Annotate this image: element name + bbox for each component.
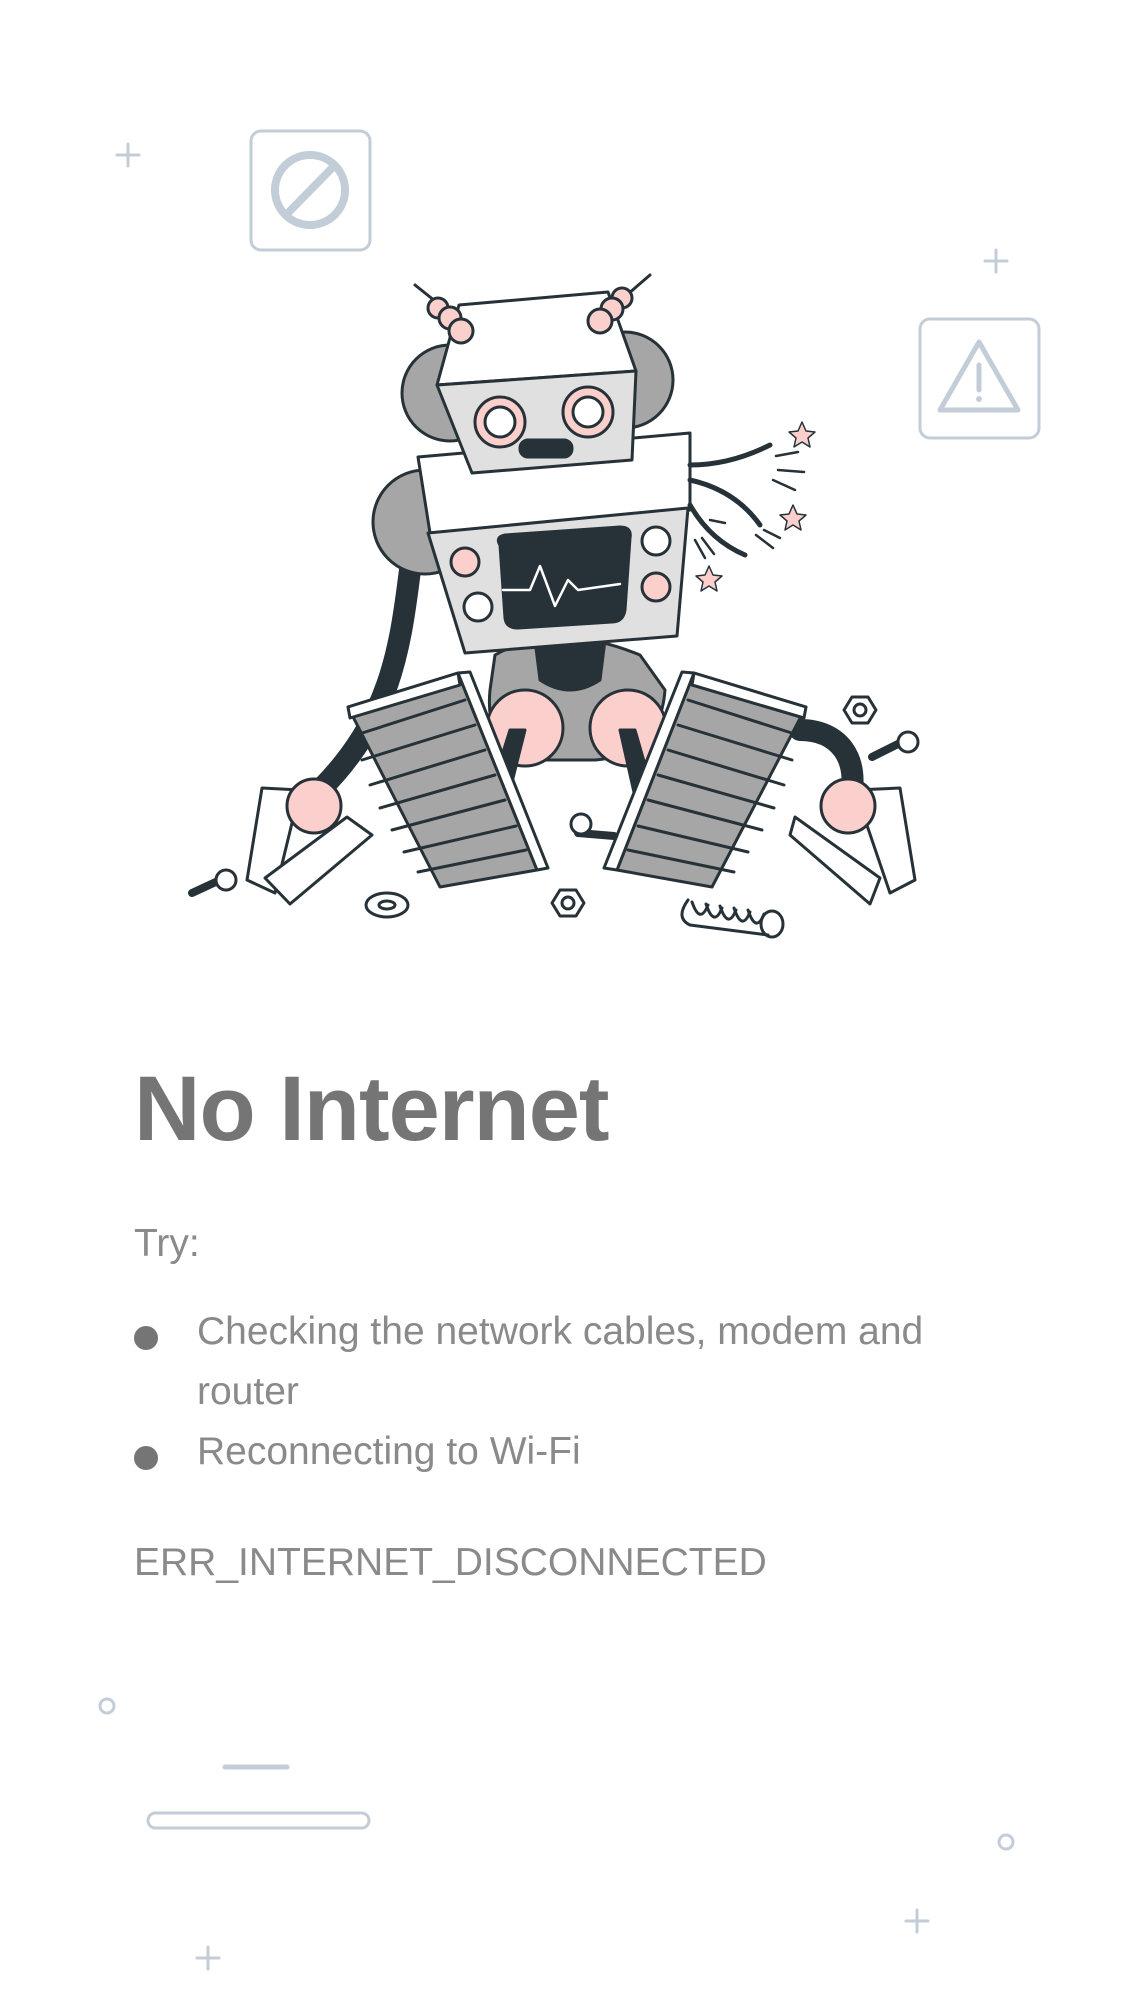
circle-decoration — [98, 1697, 116, 1715]
bar-decoration — [146, 1811, 371, 1830]
try-label: Try: — [134, 1222, 200, 1265]
circle-decoration — [997, 1833, 1015, 1851]
suggestion-item: Checking the network cables, modem and r… — [134, 1302, 954, 1422]
plus-icon — [904, 1908, 930, 1934]
background-decorations — [98, 1697, 1015, 1971]
plus-icon — [195, 1945, 221, 1971]
suggestion-text: Checking the network cables, modem and r… — [197, 1310, 924, 1413]
bullet-icon — [134, 1446, 158, 1470]
suggestion-text: Reconnecting to Wi-Fi — [197, 1430, 581, 1473]
suggestions-list: Checking the network cables, modem and r… — [134, 1302, 954, 1482]
suggestion-item: Reconnecting to Wi-Fi — [134, 1422, 954, 1482]
page-title: No Internet — [134, 1058, 610, 1160]
plus-icon — [115, 142, 141, 168]
robot-figure — [188, 273, 920, 939]
plus-icon — [983, 248, 1009, 274]
bullet-icon — [134, 1326, 158, 1350]
no-entry-icon — [249, 129, 372, 252]
warning-icon — [918, 317, 1041, 440]
error-code: ERR_INTERNET_DISCONNECTED — [134, 1541, 767, 1584]
broken-robot-illustration — [115, 129, 1041, 939]
